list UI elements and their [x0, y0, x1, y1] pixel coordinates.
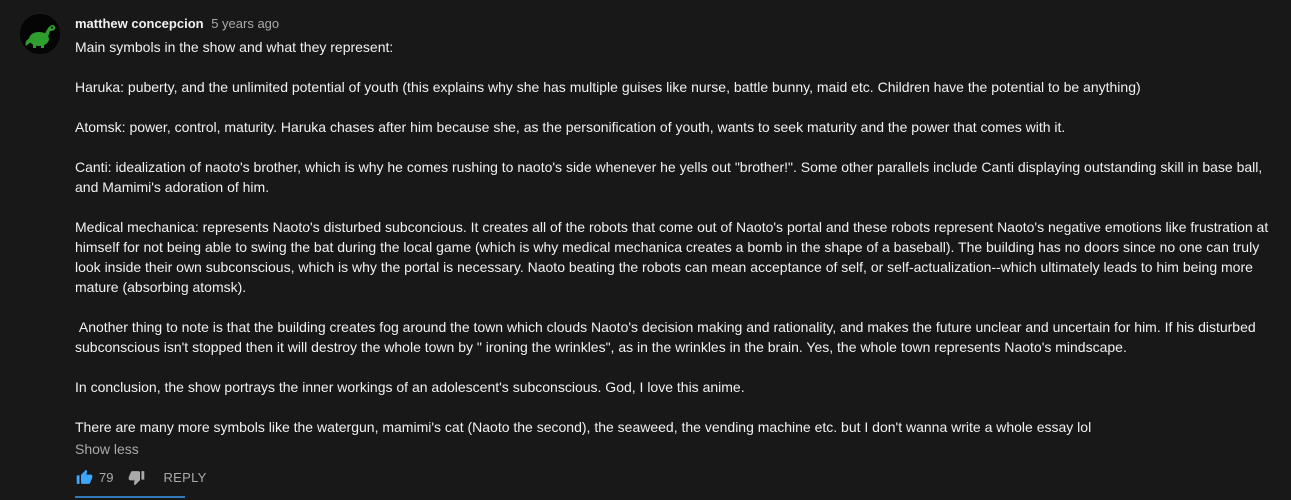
comment-actions: 79 REPLY — [75, 467, 1280, 487]
comment-body: matthew concepcion 5 years ago Main symb… — [75, 14, 1280, 487]
author-avatar[interactable] — [20, 14, 60, 54]
comment-paragraph: Canti: idealization of naoto's brother, … — [75, 159, 1267, 195]
cut-off-replies-indicator — [75, 496, 185, 498]
comment-paragraph: Another thing to note is that the buildi… — [75, 319, 1260, 355]
dinosaur-icon — [20, 14, 60, 54]
comment-paragraph: In conclusion, the show portrays the inn… — [75, 379, 745, 395]
comment-text: Main symbols in the show and what they r… — [75, 37, 1280, 437]
view-replies-link[interactable] — [75, 494, 225, 500]
thumbs-up-icon — [76, 469, 92, 484]
comment-timestamp[interactable]: 5 years ago — [211, 16, 279, 31]
dislike-button[interactable] — [127, 468, 145, 486]
comment-paragraph: Atomsk: power, control, maturity. Haruka… — [75, 119, 1066, 135]
comment-header: matthew concepcion 5 years ago — [75, 14, 1280, 34]
comment-paragraph: Main symbols in the show and what they r… — [75, 39, 394, 55]
show-less-button[interactable]: Show less — [75, 439, 139, 459]
thumbs-down-icon — [128, 470, 145, 485]
like-count: 79 — [99, 469, 114, 485]
like-button[interactable] — [75, 468, 93, 486]
comment-paragraph: There are many more symbols like the wat… — [75, 419, 1092, 435]
reply-button[interactable]: REPLY — [163, 470, 206, 485]
comment-paragraph: Medical mechanica: represents Naoto's di… — [75, 219, 1273, 295]
author-name[interactable]: matthew concepcion — [75, 16, 204, 31]
comment-paragraph: Haruka: puberty, and the unlimited poten… — [75, 79, 1141, 95]
